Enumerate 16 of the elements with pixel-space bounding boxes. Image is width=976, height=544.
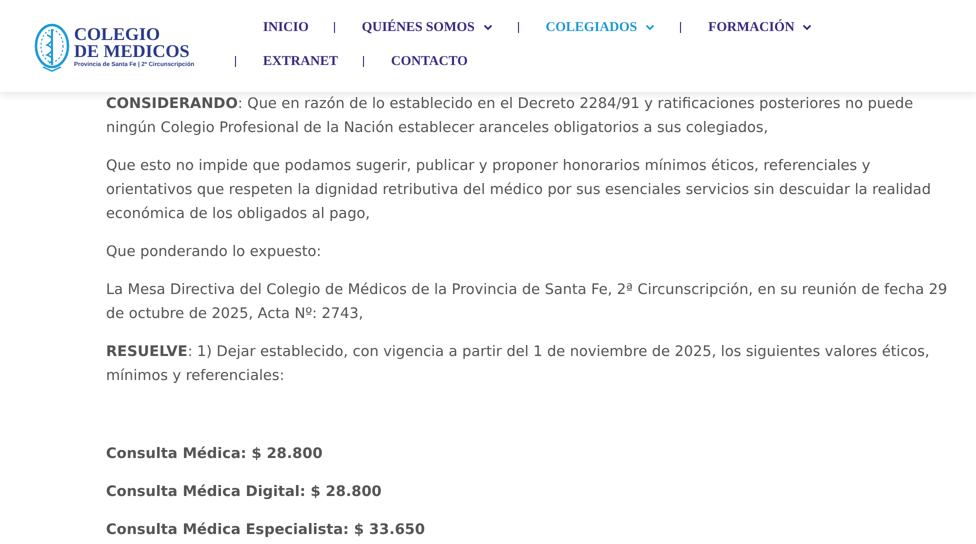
paragraph: Que ponderando lo expuesto: xyxy=(106,243,322,262)
nav-link[interactable]: INICIO xyxy=(263,16,309,38)
logo-title: COLEGIO xyxy=(74,26,162,43)
price-item: Consulta Médica Especialista: $ 33.650 xyxy=(106,521,426,540)
price-item: Consulta Médica Digital: $ 28.800 xyxy=(106,483,383,502)
paragraph: Que esto no impide que podamos sugerir, publicar y proponer honorarios mínimos éticos, referenciales y orientativos que respeten la dignidad retributiva del médico por sus esenciales servicios sin descuidar la realidad económica de los obligados al pago, xyxy=(106,157,932,224)
caduceus-emblem-icon xyxy=(33,21,71,73)
price-item: Consulta Médica: $ 28.800 xyxy=(106,445,324,464)
paragraph: La Mesa Directiva del Colegio de Médicos de la Provincia de Santa Fe, 2ª Circunscripción, en su reunión de fecha 29 de octubre de 2025, Acta Nº: 2743, xyxy=(106,281,948,324)
nav-link[interactable]: QUIÉNES SOMOS xyxy=(362,16,493,38)
paragraph: RESUELVE: 1) Dejar establecido, con vigencia a partir del 1 de noviembre de 2025, los siguientes valores éticos, mínimos y referenciales: xyxy=(106,343,930,386)
nav-link[interactable]: CONTACTO xyxy=(391,50,468,72)
nav-link[interactable]: FORMACIÓN xyxy=(708,16,812,38)
paragraph: CONSIDERANDO: Que en razón de lo establecido en el Decreto 2284/91 y ratificaciones posteriores no puede ningún Colegio Profesional de la Nación establecer aranceles obligatorios a sus colegiados, xyxy=(106,95,914,138)
logo-title: DE MEDICOS xyxy=(74,43,191,60)
nav-link[interactable]: EXTRANET xyxy=(263,50,338,72)
